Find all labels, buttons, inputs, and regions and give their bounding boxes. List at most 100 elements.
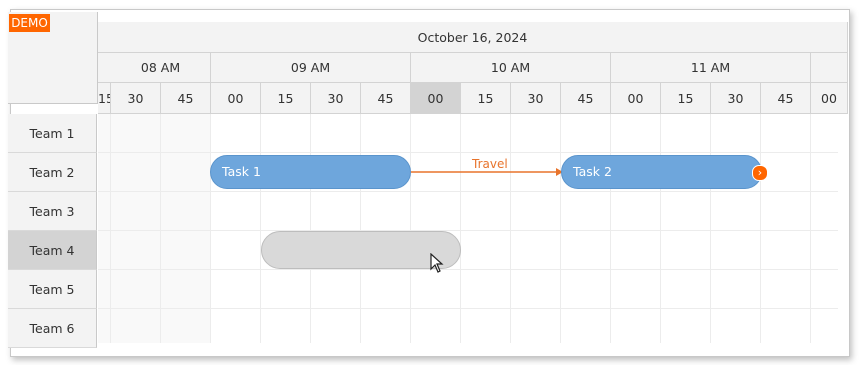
grid-cell[interactable]	[711, 192, 761, 231]
grid-cell[interactable]	[261, 270, 311, 309]
row-header-team-4[interactable]: Team 4	[8, 231, 97, 270]
grid-cell[interactable]	[211, 270, 261, 309]
grid-cell[interactable]	[611, 270, 661, 309]
scheduler-grid[interactable]	[98, 103, 838, 343]
grid-cell[interactable]	[761, 309, 811, 343]
grid-cell[interactable]	[98, 270, 111, 309]
hour-header-9am: 09 AM	[211, 53, 411, 83]
row-header-team-2[interactable]: Team 2	[8, 153, 97, 192]
task-2-event[interactable]: Task 2	[561, 155, 762, 189]
grid-cell[interactable]	[211, 192, 261, 231]
grid-cell[interactable]	[761, 192, 811, 231]
row-header-team-1[interactable]: Team 1	[8, 114, 97, 153]
grid-cell[interactable]	[761, 114, 811, 153]
grid-cell[interactable]	[561, 309, 611, 343]
grid-cell[interactable]	[711, 309, 761, 343]
grid-cell[interactable]	[361, 192, 411, 231]
grid-cell[interactable]	[461, 114, 511, 153]
grid-cell[interactable]	[361, 309, 411, 343]
grid-cell[interactable]	[311, 270, 361, 309]
chevron-right-icon[interactable]: ›	[752, 165, 768, 181]
link-label: Travel	[472, 157, 508, 171]
grid-cell[interactable]	[761, 270, 811, 309]
grid-cell[interactable]	[98, 192, 111, 231]
grid-cell[interactable]	[561, 114, 611, 153]
grid-cell[interactable]	[811, 231, 838, 270]
grid-cell[interactable]	[661, 231, 711, 270]
grid-cell[interactable]	[161, 309, 211, 343]
grid-cell[interactable]	[411, 309, 461, 343]
row-header-team-3[interactable]: Team 3	[8, 192, 97, 231]
demo-badge: DEMO	[9, 14, 50, 32]
grid-cell[interactable]	[711, 270, 761, 309]
grid-cell[interactable]	[111, 309, 161, 343]
grid-cell[interactable]	[161, 153, 211, 192]
grid-cell[interactable]	[411, 270, 461, 309]
grid-cell[interactable]	[561, 231, 611, 270]
grid-cell[interactable]	[561, 270, 611, 309]
grid-cell[interactable]	[511, 231, 561, 270]
grid-cell[interactable]	[611, 309, 661, 343]
grid-cell[interactable]	[511, 270, 561, 309]
grid-cell[interactable]	[811, 192, 838, 231]
grid-cell[interactable]	[98, 309, 111, 343]
grid-cell[interactable]	[461, 309, 511, 343]
hour-header-11am: 11 AM	[611, 53, 811, 83]
grid-cell[interactable]	[161, 114, 211, 153]
hour-header-8am: 08 AM	[98, 53, 211, 83]
grid-cell[interactable]	[811, 270, 838, 309]
grid-cell[interactable]	[211, 309, 261, 343]
grid-cell[interactable]	[111, 114, 161, 153]
grid-cell[interactable]	[361, 114, 411, 153]
grid-cell[interactable]	[111, 192, 161, 231]
grid-cell[interactable]	[311, 192, 361, 231]
grid-cell[interactable]	[511, 192, 561, 231]
grid-cell[interactable]	[111, 231, 161, 270]
row-header-team-5[interactable]: Team 5	[8, 270, 97, 309]
grid-cell[interactable]	[411, 114, 461, 153]
grid-cell[interactable]	[511, 309, 561, 343]
grid-cell[interactable]	[661, 192, 711, 231]
grid-cell[interactable]	[461, 231, 511, 270]
grid-cell[interactable]	[311, 309, 361, 343]
grid-cell[interactable]	[111, 153, 161, 192]
grid-cell[interactable]	[811, 309, 838, 343]
grid-cell[interactable]	[161, 270, 211, 309]
grid-cell[interactable]	[361, 270, 411, 309]
grid-cell[interactable]	[511, 153, 561, 192]
grid-cell[interactable]	[161, 231, 211, 270]
grid-cell[interactable]	[461, 270, 511, 309]
grid-cell[interactable]	[261, 309, 311, 343]
grid-cell[interactable]	[161, 192, 211, 231]
grid-cell[interactable]	[611, 231, 661, 270]
grid-cell[interactable]	[561, 192, 611, 231]
grid-cell[interactable]	[311, 114, 361, 153]
grid-cell[interactable]	[511, 114, 561, 153]
task-1-event[interactable]: Task 1	[210, 155, 411, 189]
grid-cell[interactable]	[261, 114, 311, 153]
grid-cell[interactable]	[411, 153, 461, 192]
grid-cell[interactable]	[811, 114, 838, 153]
grid-cell[interactable]	[98, 153, 111, 192]
grid-cell[interactable]	[761, 153, 811, 192]
grid-cell[interactable]	[811, 153, 838, 192]
row-header-team-6[interactable]: Team 6	[8, 309, 97, 348]
grid-cell[interactable]	[461, 192, 511, 231]
grid-cell[interactable]	[661, 270, 711, 309]
grid-cell[interactable]	[111, 270, 161, 309]
grid-cell[interactable]	[611, 192, 661, 231]
hour-header-12pm	[811, 53, 848, 83]
grid-cell[interactable]	[98, 231, 111, 270]
grid-cell[interactable]	[661, 114, 711, 153]
grid-cell[interactable]	[411, 192, 461, 231]
grid-cell[interactable]	[711, 231, 761, 270]
grid-cell[interactable]	[711, 114, 761, 153]
grid-cell[interactable]	[211, 231, 261, 270]
grid-cell[interactable]	[211, 114, 261, 153]
grid-cell[interactable]	[98, 114, 111, 153]
mouse-cursor-icon	[430, 253, 444, 273]
grid-cell[interactable]	[611, 114, 661, 153]
grid-cell[interactable]	[761, 231, 811, 270]
grid-cell[interactable]	[261, 192, 311, 231]
grid-cell[interactable]	[661, 309, 711, 343]
